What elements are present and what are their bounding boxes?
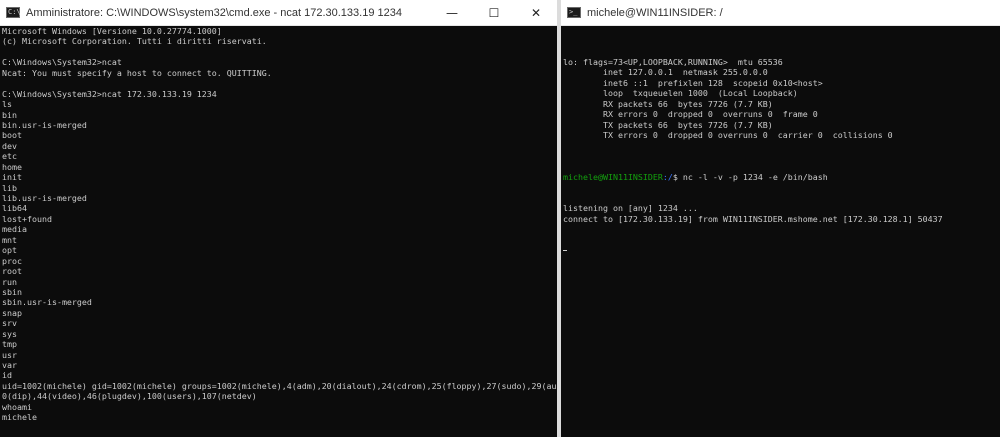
console-line: opt — [2, 245, 17, 256]
bash-window[interactable]: >_ michele@WIN11INSIDER: / lo: flags=73<… — [561, 0, 1000, 437]
console-line: RX packets 66 bytes 7726 (7.7 KB) — [563, 98, 773, 109]
console-line: sys — [2, 328, 17, 339]
console-line: C:\Windows\System32>ncat — [2, 57, 122, 68]
console-line: lib.usr-is-merged — [2, 193, 87, 203]
console-line: listening on [any] 1234 ... — [563, 203, 698, 214]
console-line: srv — [2, 318, 17, 329]
bash-console-output[interactable]: lo: flags=73<UP,LOOPBACK,RUNNING> mtu 65… — [561, 26, 1000, 437]
console-line: init — [2, 172, 22, 183]
console-line: proc — [2, 255, 22, 266]
console-line: run — [2, 276, 17, 287]
cmd-app-icon: C:\ — [6, 7, 21, 18]
prompt-symbol: $ — [672, 171, 683, 182]
cursor-line — [563, 245, 998, 255]
console-line: sbin — [2, 286, 22, 297]
console-line: root — [2, 266, 22, 277]
bash-prompt-line: michele@WIN11INSIDER:/$ nc -l -v -p 1234… — [563, 172, 998, 182]
console-line: RX errors 0 dropped 0 overruns 0 frame 0 — [563, 109, 818, 120]
prompt-user-host: michele@WIN11INSIDER — [563, 171, 663, 182]
console-line: snap — [2, 307, 22, 318]
console-line: 0(dip),44(video),46(plugdev),100(users),… — [2, 391, 257, 402]
cmd-window-controls: — ☐ ✕ — [431, 0, 557, 25]
console-line: bin — [2, 109, 17, 120]
console-line: ls — [2, 99, 12, 110]
console-line: connect to [172.30.133.19] from WIN11INS… — [563, 213, 943, 224]
console-line: lib64 — [2, 203, 27, 214]
console-line: lib — [2, 182, 17, 193]
terminal-app-icon: >_ — [567, 7, 581, 18]
console-line: whoami — [2, 401, 32, 412]
console-line: TX packets 66 bytes 7726 (7.7 KB) — [563, 119, 773, 130]
console-line: var — [2, 360, 17, 370]
console-line: home — [2, 161, 22, 172]
bash-window-title: michele@WIN11INSIDER: / — [587, 6, 723, 19]
console-line: (c) Microsoft Corporation. Tutti i dirit… — [2, 36, 267, 47]
console-line: media — [2, 224, 27, 235]
minimize-icon[interactable]: — — [431, 0, 473, 25]
console-line: id — [2, 370, 12, 381]
console-line: mnt — [2, 234, 17, 245]
console-line: boot — [2, 130, 22, 141]
cmd-console-output[interactable]: Microsoft Windows [Versione 10.0.27774.1… — [0, 26, 557, 437]
bash-titlebar[interactable]: >_ michele@WIN11INSIDER: / — [561, 0, 1000, 26]
console-line: tmp — [2, 339, 17, 350]
text-cursor — [563, 249, 567, 251]
console-line: bin.usr-is-merged — [2, 119, 87, 130]
prompt-path: :/ — [662, 171, 673, 182]
console-line: etc — [2, 151, 17, 162]
cmd-titlebar[interactable]: C:\ Amministratore: C:\WINDOWS\system32\… — [0, 0, 557, 26]
console-line: dev — [2, 140, 17, 151]
console-line: uid=1002(michele) gid=1002(michele) grou… — [2, 380, 557, 391]
console-line: lost+found — [2, 213, 52, 224]
console-line: sbin.usr-is-merged — [2, 297, 92, 308]
maximize-icon[interactable]: ☐ — [473, 0, 515, 25]
close-icon[interactable]: ✕ — [515, 0, 557, 25]
console-line: loop txqueuelen 1000 (Local Loopback) — [563, 88, 798, 99]
console-line: michele — [2, 412, 37, 423]
console-line: usr — [2, 349, 17, 360]
console-line: inet6 ::1 prefixlen 128 scopeid 0x10<hos… — [563, 77, 823, 88]
console-line: C:\Windows\System32>ncat 172.30.133.19 1… — [2, 88, 217, 99]
console-line: TX errors 0 dropped 0 overruns 0 carrier… — [563, 129, 893, 140]
cmd-window[interactable]: C:\ Amministratore: C:\WINDOWS\system32\… — [0, 0, 557, 437]
prompt-command: nc -l -v -p 1234 -e /bin/bash — [682, 171, 828, 182]
cmd-window-title: Amministratore: C:\WINDOWS\system32\cmd.… — [26, 6, 402, 19]
console-line: lo: flags=73<UP,LOOPBACK,RUNNING> mtu 65… — [563, 56, 783, 67]
console-line: inet 127.0.0.1 netmask 255.0.0.0 — [563, 67, 768, 78]
console-line: Ncat: You must specify a host to connect… — [2, 67, 272, 78]
console-line: Microsoft Windows [Versione 10.0.27774.1… — [2, 26, 222, 36]
